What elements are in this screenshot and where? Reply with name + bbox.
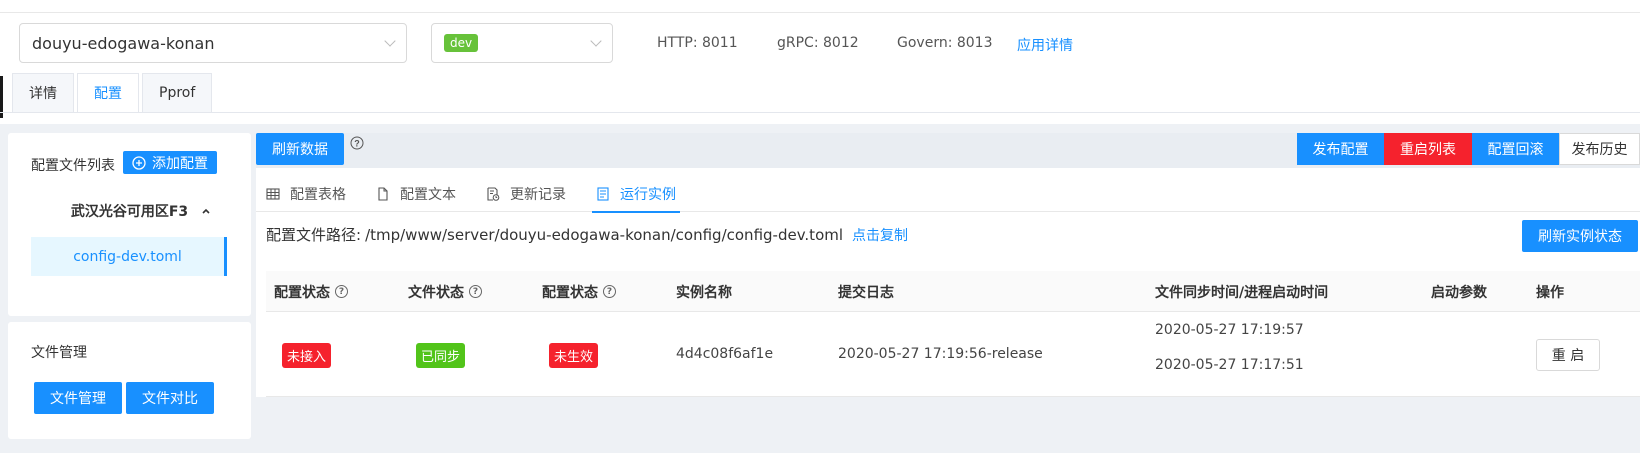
table-icon — [266, 188, 280, 200]
add-config-label: 添加配置 — [152, 155, 208, 172]
th-commit-log: 提交日志 — [838, 284, 894, 301]
chevron-up-icon — [202, 208, 210, 214]
env-tag: dev — [444, 34, 479, 52]
file-status-badge: 已同步 — [416, 343, 466, 368]
start-time-cell: 2020-05-27 17:17:51 — [1155, 357, 1304, 373]
top-strip — [0, 0, 1640, 13]
config-path-label: 配置文件路径: — [266, 226, 362, 244]
grpc-port: gRPC: 8012 — [777, 35, 859, 51]
tab-config[interactable]: 配置 — [77, 73, 139, 113]
tabs-divider — [0, 112, 1640, 113]
config-file-label: config-dev.toml — [73, 248, 182, 265]
http-port: HTTP: 8011 — [657, 35, 738, 51]
th-start-args: 启动参数 — [1431, 284, 1487, 301]
main-tabs: 详情 配置 Pprof — [12, 73, 215, 113]
help-icon[interactable]: ? — [603, 285, 616, 298]
help-icon[interactable]: ? — [350, 136, 364, 150]
file-management-button[interactable]: 文件管理 — [34, 382, 122, 414]
instance-icon — [597, 187, 609, 201]
tab-detail[interactable]: 详情 — [12, 73, 74, 113]
help-icon[interactable]: ? — [335, 285, 348, 298]
th-config-status-2: 配置状态 ? — [542, 271, 616, 312]
tab-config-text-label: 配置文本 — [400, 187, 456, 203]
publish-history-button[interactable]: 发布历史 — [1559, 133, 1640, 165]
sync-time-cell: 2020-05-27 17:19:57 — [1155, 322, 1304, 338]
app-select[interactable]: douyu-edogawa-konan — [19, 23, 407, 63]
config-toolbar: 刷新数据 ? 发布配置 重启列表 配置回滚 发布历史 — [256, 133, 1640, 168]
th-instance-name: 实例名称 — [676, 284, 732, 301]
config-path-value: /tmp/www/server/douyu-edogawa-konan/conf… — [365, 225, 844, 244]
instance-name-cell: 4d4c08f6af1e — [676, 346, 774, 362]
copy-path-link[interactable]: 点击复制 — [852, 225, 908, 245]
tab-running-instances[interactable]: 运行实例 — [592, 176, 680, 213]
instances-table-header: 配置状态 ? 文件状态 ? 配置状态 ? 实例名称 提交日志 文件同步时间/进程… — [266, 271, 1640, 312]
config-status-2-badge: 未生效 — [549, 343, 599, 368]
th-actions: 操作 — [1536, 284, 1564, 301]
config-status-badge: 未接入 — [282, 343, 332, 368]
publish-config-button[interactable]: 发布配置 — [1297, 133, 1384, 165]
th-file-status: 文件状态 ? — [408, 271, 482, 312]
config-content: 刷新数据 ? 发布配置 重启列表 配置回滚 发布历史 配置表格 配置文本 更新记… — [256, 133, 1640, 397]
history-file-icon — [487, 187, 500, 201]
file-icon — [378, 187, 388, 201]
chevron-down-icon — [384, 35, 396, 47]
file-management-panel: 文件管理 文件管理 文件对比 — [8, 322, 251, 439]
th-file-status-label: 文件状态 — [408, 284, 464, 301]
app-select-value: douyu-edogawa-konan — [32, 33, 215, 53]
file-diff-button[interactable]: 文件对比 — [126, 382, 214, 414]
zone-label: 武汉光谷可用区F3 — [70, 204, 189, 220]
mgmt-title: 文件管理 — [31, 345, 87, 361]
plus-circle-icon — [132, 155, 146, 170]
chevron-down-icon — [590, 35, 602, 47]
app-detail-link[interactable]: 应用详情 — [1017, 35, 1073, 55]
config-subtabs: 配置表格 配置文本 更新记录 运行实例 — [256, 176, 1640, 213]
restart-list-button[interactable]: 重启列表 — [1384, 133, 1472, 165]
restart-button[interactable]: 重 启 — [1536, 339, 1600, 371]
tab-update-log[interactable]: 更新记录 — [486, 176, 566, 212]
th-config-status: 配置状态 ? — [274, 271, 348, 312]
files-title: 配置文件列表 — [31, 158, 115, 174]
env-select[interactable]: dev — [431, 23, 613, 63]
refresh-instance-status-button[interactable]: 刷新实例状态 — [1522, 220, 1638, 252]
commit-log-cell: 2020-05-27 17:19:56-release — [838, 346, 1043, 362]
th-config-status-2-label: 配置状态 — [542, 284, 598, 301]
refresh-data-button[interactable]: 刷新数据 — [256, 133, 344, 165]
config-rollback-button[interactable]: 配置回滚 — [1472, 133, 1559, 165]
th-sync-time: 文件同步时间/进程启动时间 — [1155, 284, 1329, 301]
govern-port: Govern: 8013 — [897, 35, 993, 51]
zone-group-header[interactable]: 武汉光谷可用区F3 — [8, 193, 251, 229]
tab-config-table[interactable]: 配置表格 — [266, 176, 346, 212]
tab-config-table-label: 配置表格 — [290, 187, 346, 203]
config-file-item[interactable]: config-dev.toml — [31, 237, 227, 276]
table-row: 未接入 已同步 未生效 4d4c08f6af1e 2020-05-27 17:1… — [266, 312, 1640, 397]
config-path-row: 配置文件路径: /tmp/www/server/douyu-edogawa-ko… — [266, 224, 908, 245]
add-config-button[interactable]: 添加配置 — [123, 151, 217, 174]
svg-text:?: ? — [354, 139, 360, 149]
config-files-panel: 配置文件列表 添加配置 武汉光谷可用区F3 config-dev.toml — [8, 133, 251, 316]
help-icon[interactable]: ? — [469, 285, 482, 298]
tab-running-instances-label: 运行实例 — [620, 187, 676, 203]
th-config-status-label: 配置状态 — [274, 284, 330, 301]
tab-config-text[interactable]: 配置文本 — [376, 176, 456, 212]
tab-update-log-label: 更新记录 — [510, 187, 566, 203]
tab-pprof[interactable]: Pprof — [142, 73, 213, 113]
